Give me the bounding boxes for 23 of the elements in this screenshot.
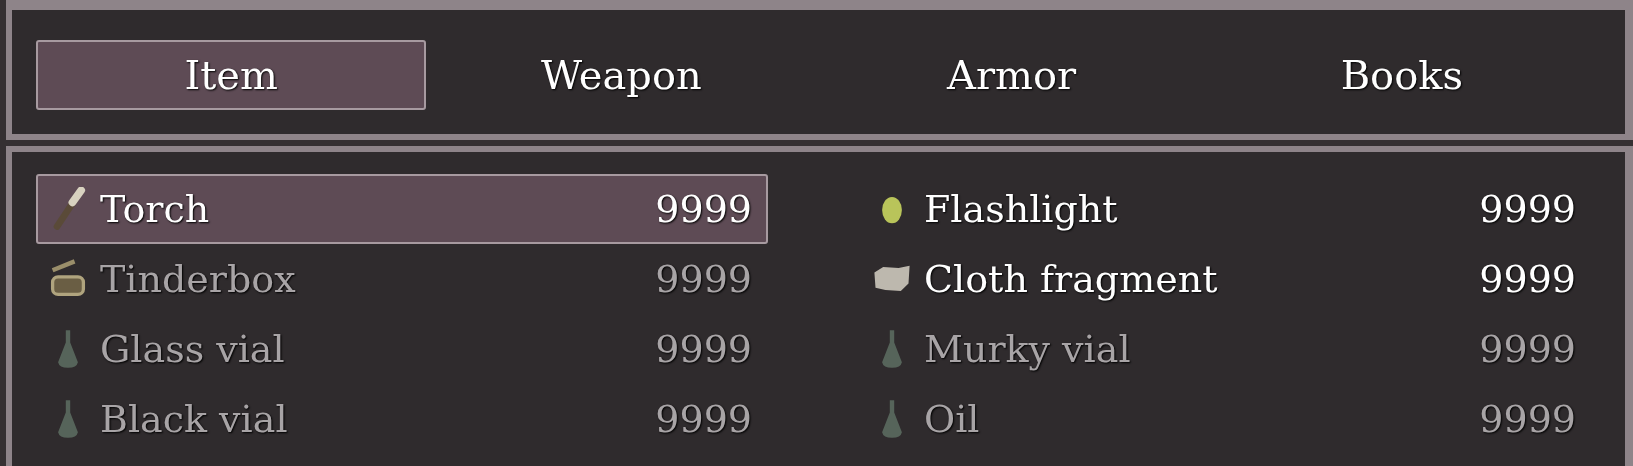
item-name: Flashlight — [924, 187, 1119, 231]
category-tab[interactable]: Armor — [816, 40, 1207, 110]
item-count: 9999 — [655, 187, 752, 231]
item-count: 9999 — [1479, 397, 1576, 441]
item-count: 9999 — [655, 397, 752, 441]
item-name: Oil — [924, 397, 981, 441]
item-name: Tinderbox — [100, 257, 297, 301]
category-tab[interactable]: Weapon — [426, 40, 817, 110]
item-name: Torch — [100, 187, 211, 231]
item-count: 9999 — [1479, 187, 1576, 231]
item-row[interactable]: Cloth fragment 9999 — [860, 244, 1592, 314]
item-row[interactable]: Flashlight 9999 — [860, 174, 1592, 244]
item-count: 9999 — [1479, 257, 1576, 301]
category-tab[interactable]: Books — [1206, 40, 1597, 110]
item-count: 9999 — [1479, 327, 1576, 371]
item-name: Glass vial — [100, 327, 286, 371]
item-name: Cloth fragment — [924, 257, 1219, 301]
item-count: 9999 — [655, 257, 752, 301]
category-tab[interactable]: Item — [36, 40, 427, 110]
item-name: Murky vial — [924, 327, 1132, 371]
item-row[interactable]: Torch 9999 — [36, 174, 768, 244]
item-count: 9999 — [655, 327, 752, 371]
item-name: Black vial — [100, 397, 289, 441]
